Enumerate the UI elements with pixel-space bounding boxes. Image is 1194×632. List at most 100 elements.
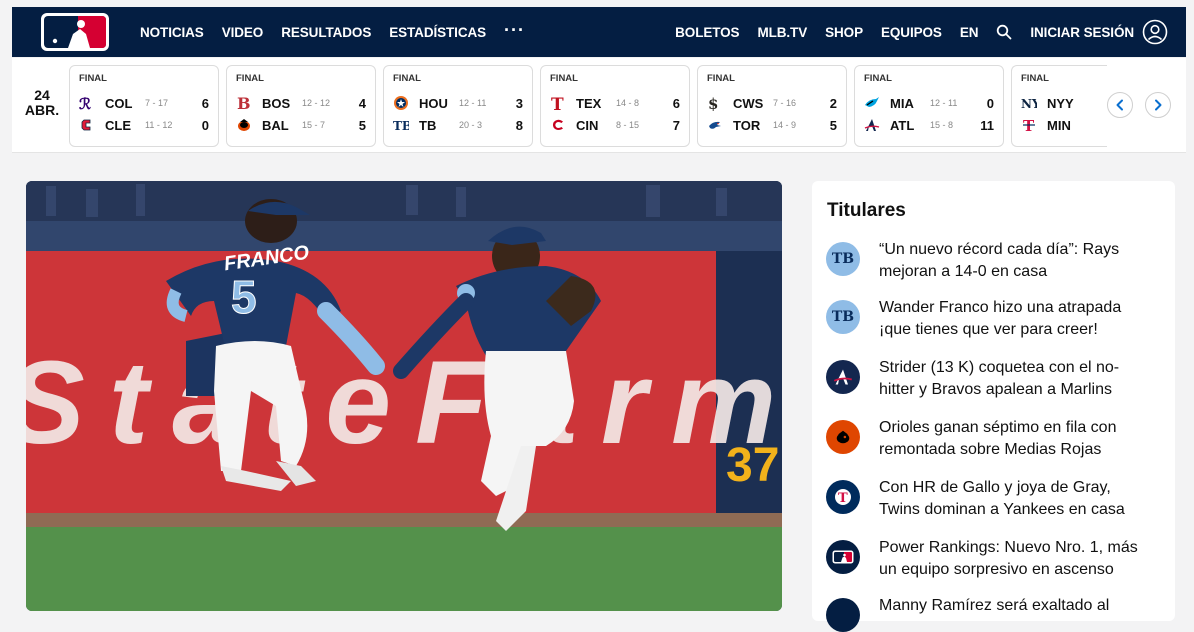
team-record: 12 - 11 [459,98,487,108]
team-record: 7 - 16 [773,98,797,108]
rays-logo-icon: TB [393,119,409,133]
team-record: 12 - 11 [930,98,958,108]
team-abbr: HOU [419,95,448,111]
away-team-row: MIA 12 - 11 0 [864,94,1002,112]
nav-item-boletos[interactable]: BOLETOS [675,25,739,40]
nav-item-equipos[interactable]: EQUIPOS [881,25,942,40]
game-status: FINAL [1021,73,1049,84]
game-card-tex-cin[interactable]: FINAL T TEX 14 - 8 6 CIN 8 - 15 7 [540,65,690,147]
secondary-nav: BOLETOS MLB.TV SHOP EQUIPOS EN INICIAR S… [675,7,1168,57]
team-record: 14 - 8 [616,98,640,108]
team-abbr: TB [419,117,437,133]
more-menu-button[interactable]: ··· [504,21,525,39]
team-score: 7 [672,117,680,133]
team-record: 7 - 17 [145,98,169,108]
home-team-row: TOR 14 - 9 5 [707,116,845,134]
headlines-panel: Titulares TB “Un nuevo récord cada día”:… [812,181,1175,632]
game-card-bos-bal[interactable]: FINAL B BOS 12 - 12 4 BAL 15 - 7 5 [226,65,376,147]
team-score: 3 [515,95,523,111]
white-sox-logo-icon: $ [708,95,718,111]
game-card-hou-tb[interactable]: FINAL HOU 12 - 11 3 TB TB 20 - 3 8 [383,65,533,147]
team-score: 6 [201,95,209,111]
game-status: FINAL [236,73,264,84]
team-score: 0 [986,95,994,111]
svg-text:T: T [838,491,848,506]
team-abbr: CLE [105,117,131,133]
home-team-row: CLE 11 - 12 0 [79,116,217,134]
jersey-number: 5 [231,271,257,323]
game-status: FINAL [79,73,107,84]
team-abbr: MIA [890,95,914,111]
svg-text:TB: TB [393,119,409,133]
reds-logo-icon [552,119,563,130]
game-card-mia-atl[interactable]: FINAL MIA 12 - 11 0 ATL 15 - 8 11 [854,65,1004,147]
mlb-logo-icon [826,540,860,574]
search-icon[interactable] [996,24,1012,40]
nav-item-shop[interactable]: SHOP [825,25,863,40]
headline-text: Wander Franco hizo una atrapada ¡que tie… [879,299,1122,338]
headline-item[interactable]: Power Rankings: Nuevo Nro. 1, más un equ… [826,537,1166,581]
login-button[interactable]: INICIAR SESIÓN [1030,19,1168,45]
team-record: 15 - 8 [930,120,954,130]
headline-text: Power Rankings: Nuevo Nro. 1, más un equ… [879,539,1138,578]
rangers-logo-icon: T [551,95,564,111]
mlb-logo-icon[interactable] [40,12,110,52]
braves-logo-icon [864,119,880,131]
nav-item-mlbtv[interactable]: MLB.TV [757,25,807,40]
team-score: 6 [672,95,680,111]
game-card-cws-tor[interactable]: FINAL $ CWS 7 - 16 2 TOR 14 - 9 5 [697,65,847,147]
astros-logo-icon [394,96,408,110]
nav-item-noticias[interactable]: NOTICIAS [140,25,204,40]
headline-item[interactable]: TB Wander Franco hizo una atrapada ¡que … [826,297,1166,341]
braves-logo-icon [826,360,860,394]
scoreboard-next-button[interactable] [1145,92,1171,118]
hero-image[interactable]: 37 StateFarm FRANCO 5 [26,181,782,611]
headline-text: Manny Ramírez será exaltado al [879,597,1110,614]
game-status: FINAL [864,73,892,84]
language-toggle[interactable]: EN [960,25,979,40]
game-status: FINAL [707,73,735,84]
headline-text: “Un nuevo récord cada día”: Rays mejoran… [879,241,1120,280]
team-record: 14 - 9 [773,120,797,130]
scoreboard-date[interactable]: 24 ABR. [22,88,62,118]
orioles-logo-icon [238,119,250,131]
mlb-logo-icon [826,598,860,632]
game-card-nyy-min[interactable]: FINAL NY NYY T MIN [1011,65,1107,147]
home-team-row: T MIN [1021,116,1101,134]
home-team-row: TB TB 20 - 3 8 [393,116,531,134]
chevron-right-icon [1155,99,1162,111]
orioles-logo-icon [826,420,860,454]
login-label: INICIAR SESIÓN [1030,24,1134,40]
svg-text:NY: NY [1021,97,1037,111]
headline-text: Strider (13 K) coquetea con el no-hitter… [879,359,1120,398]
team-abbr: BAL [262,117,289,133]
home-team-row: ATL 15 - 8 11 [864,116,1002,134]
rockies-logo-icon: ℛ [79,95,91,111]
marlins-logo-icon [865,97,879,107]
headline-item[interactable]: Manny Ramírez será exaltado al [826,595,1166,632]
nav-item-estadisticas[interactable]: ESTADÍSTICAS [389,25,486,40]
team-score: 0 [201,117,209,133]
scoreboard-prev-button[interactable] [1107,92,1133,118]
headline-item[interactable]: Strider (13 K) coquetea con el no-hitter… [826,357,1166,401]
rays-logo-icon: TB [826,242,860,276]
twins-logo-icon: T [1023,117,1035,133]
rays-logo-icon: TB [826,300,860,334]
headline-item[interactable]: T Con HR de Gallo y joya de Gray, Twins … [826,477,1166,521]
game-card-col-cle[interactable]: FINAL ℛ COL 7 - 17 6 CLE 11 - 12 0 [69,65,219,147]
headline-text: Con HR de Gallo y joya de Gray, Twins do… [879,479,1125,518]
team-abbr: CWS [733,95,764,111]
nav-item-resultados[interactable]: RESULTADOS [281,25,371,40]
away-team-row: HOU 12 - 11 3 [393,94,531,112]
game-status: FINAL [550,73,578,84]
nav-item-video[interactable]: VIDEO [222,25,264,40]
team-record: 11 - 12 [145,120,173,130]
team-abbr: CIN [576,117,599,133]
team-abbr: MIN [1047,117,1071,133]
headline-item[interactable]: Orioles ganan séptimo en fila con remont… [826,417,1166,461]
yankees-logo-icon: NY [1021,97,1037,111]
headlines-title: Titulares [827,200,906,221]
primary-nav: NOTICIAS VIDEO RESULTADOS ESTADÍSTICAS ·… [140,7,525,57]
red-sox-logo-icon: B [237,95,251,111]
headline-item[interactable]: TB “Un nuevo récord cada día”: Rays mejo… [826,239,1166,283]
